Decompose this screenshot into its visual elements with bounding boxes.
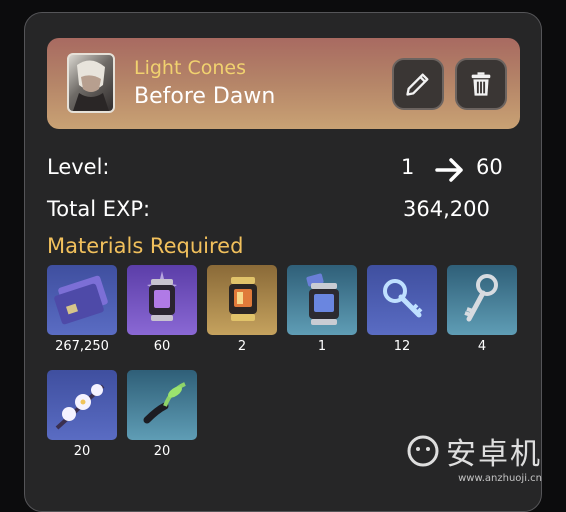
- blue-lantern-icon: [287, 265, 357, 335]
- exp-card-icon: [47, 265, 117, 335]
- trash-icon: [467, 70, 495, 98]
- light-cone-name: Before Dawn: [134, 84, 275, 109]
- light-cone-portrait: [67, 53, 115, 113]
- edit-button[interactable]: [392, 58, 444, 110]
- pencil-icon: [404, 70, 432, 98]
- arrow-right-icon: [435, 157, 465, 183]
- watermark-text: 安卓机: [446, 429, 542, 473]
- material-item[interactable]: 2: [207, 265, 277, 354]
- material-count: 1: [287, 339, 357, 354]
- blue-key-icon: [367, 265, 437, 335]
- purple-lantern-icon: [127, 265, 197, 335]
- material-item[interactable]: 20: [47, 370, 117, 459]
- level-to: 60: [476, 155, 503, 179]
- material-count: 4: [447, 339, 517, 354]
- material-count: 20: [47, 444, 117, 459]
- light-cone-header: Light Cones Before Dawn: [47, 38, 520, 129]
- material-item[interactable]: 1: [287, 265, 357, 354]
- material-item[interactable]: 12: [367, 265, 437, 354]
- material-count: 2: [207, 339, 277, 354]
- flower-branch-icon: [47, 370, 117, 440]
- light-cone-category: Light Cones: [134, 57, 246, 79]
- material-item[interactable]: 4: [447, 265, 517, 354]
- site-watermark: 安卓机 www.anzhuoji.cn: [406, 429, 542, 484]
- materials-title: Materials Required: [47, 234, 243, 258]
- material-count: 12: [367, 339, 437, 354]
- delete-button[interactable]: [455, 58, 507, 110]
- material-item[interactable]: 267,250: [47, 265, 117, 354]
- level-label: Level:: [47, 155, 110, 179]
- material-item[interactable]: 20: [127, 370, 197, 459]
- material-count: 267,250: [47, 339, 117, 354]
- material-count: 60: [127, 339, 197, 354]
- watermark-url: www.anzhuoji.cn: [406, 473, 542, 484]
- level-from: 1: [401, 155, 414, 179]
- silver-key-icon: [447, 265, 517, 335]
- watermark-logo-icon: [406, 434, 440, 468]
- material-count: 20: [127, 444, 197, 459]
- material-item[interactable]: 60: [127, 265, 197, 354]
- green-sprout-icon: [127, 370, 197, 440]
- total-exp-label: Total EXP:: [47, 197, 150, 221]
- gold-lantern-icon: [207, 265, 277, 335]
- total-exp-value: 364,200: [403, 197, 490, 221]
